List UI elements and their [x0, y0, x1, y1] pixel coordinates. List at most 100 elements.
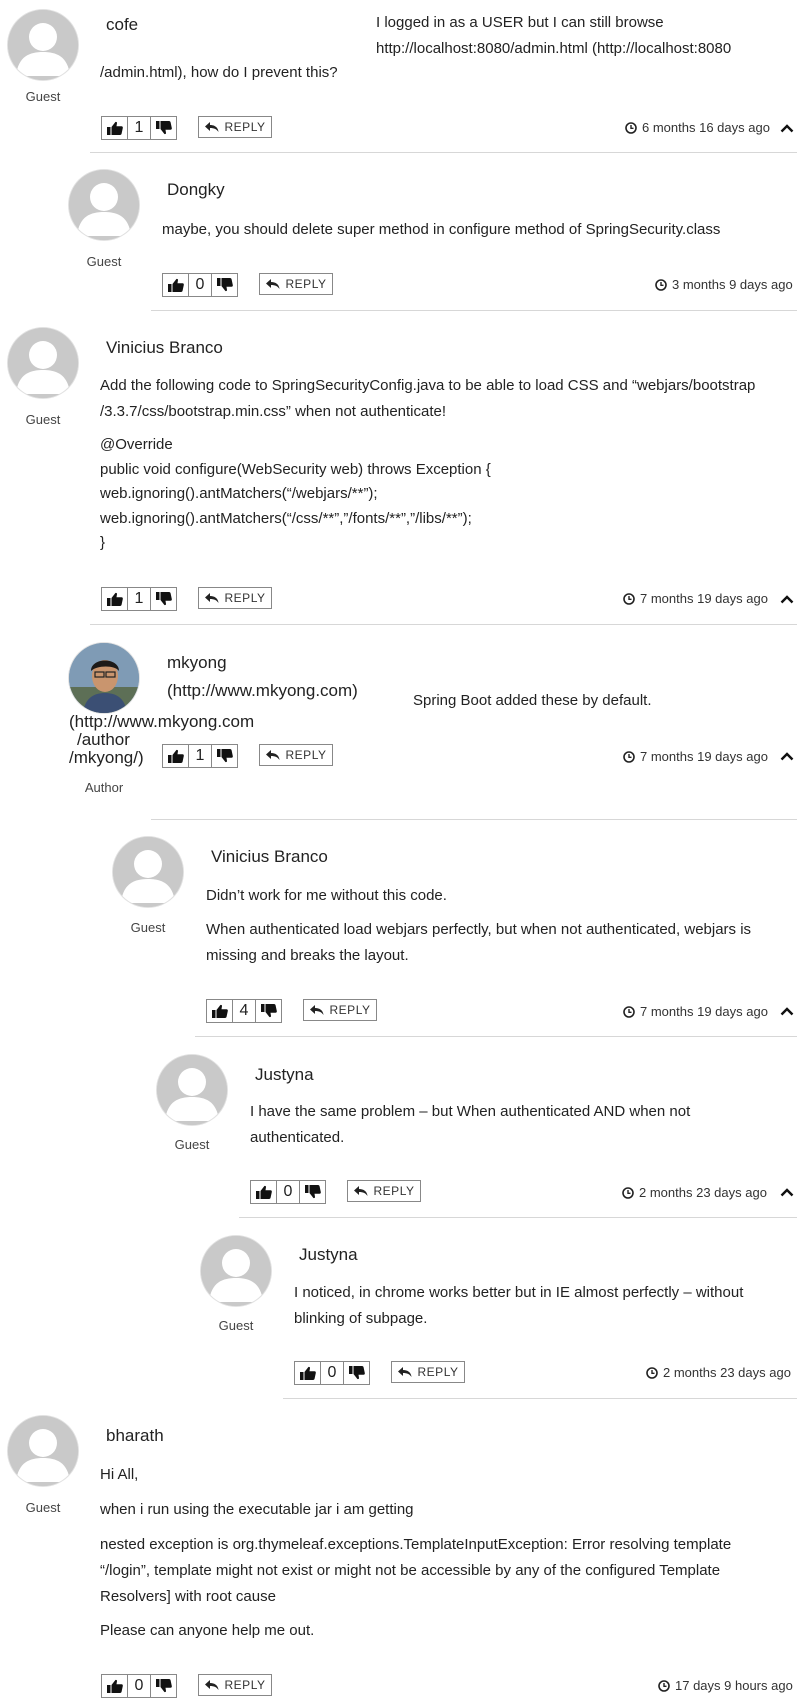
reply-button[interactable]: REPLY	[259, 273, 333, 295]
comment-time: 6 months 16 days ago	[625, 120, 770, 135]
reply-button[interactable]: REPLY	[198, 1674, 272, 1696]
avatar[interactable]	[8, 10, 78, 80]
comment-text: maybe, you should delete super method in…	[162, 221, 721, 238]
vote-box: 0	[101, 1674, 177, 1698]
chevron-up-icon[interactable]	[780, 594, 794, 604]
thumbs-down-icon[interactable]	[151, 588, 176, 610]
divider	[239, 1217, 797, 1218]
reply-arrow-icon	[310, 1005, 324, 1015]
divider	[90, 152, 797, 153]
avatar[interactable]	[201, 1236, 271, 1306]
vote-box: 1	[101, 116, 177, 140]
clock-icon	[623, 593, 635, 605]
comment-text: Spring Boot added these by default.	[413, 692, 652, 709]
chevron-up-icon[interactable]	[780, 123, 794, 133]
clock-icon	[625, 122, 637, 134]
comment-time: 3 months 9 days ago	[655, 277, 793, 292]
thumbs-down-icon[interactable]	[212, 274, 237, 296]
thumbs-up-icon[interactable]	[102, 588, 127, 610]
thumbs-down-icon[interactable]	[151, 117, 176, 139]
avatar[interactable]	[69, 170, 139, 240]
reply-button[interactable]: REPLY	[347, 1180, 421, 1202]
commenter-role: Author	[84, 780, 124, 795]
comment-time: 7 months 19 days ago	[623, 749, 768, 764]
vote-count: 4	[232, 1000, 256, 1022]
vote-box: 0	[294, 1361, 370, 1385]
commenter-name: Justyna	[255, 1065, 314, 1084]
clock-icon	[646, 1367, 658, 1379]
reply-arrow-icon	[205, 593, 219, 603]
vote-count: 0	[320, 1362, 344, 1384]
comment-time: 7 months 19 days ago	[623, 1004, 768, 1019]
thumbs-up-icon[interactable]	[102, 117, 127, 139]
thumbs-up-icon[interactable]	[163, 745, 188, 767]
commenter-role: Guest	[174, 1137, 210, 1152]
vote-count: 1	[127, 117, 151, 139]
avatar[interactable]	[157, 1055, 227, 1125]
comment-text: Hi All,	[100, 1466, 139, 1483]
clock-icon	[623, 751, 635, 763]
reply-button[interactable]: REPLY	[391, 1361, 465, 1383]
vote-count: 0	[188, 274, 212, 296]
thumbs-down-icon[interactable]	[300, 1181, 325, 1203]
comment-text-continued: When authenticated load webjars perfectl…	[206, 921, 752, 964]
thumbs-down-icon[interactable]	[344, 1362, 369, 1384]
thumbs-up-icon[interactable]	[207, 1000, 232, 1022]
author-avatar[interactable]	[69, 643, 139, 713]
chevron-up-icon[interactable]	[780, 751, 794, 761]
comment-text: I have the same problem – but When authe…	[250, 1103, 691, 1146]
divider	[151, 819, 797, 820]
reply-arrow-icon	[266, 750, 280, 760]
vote-box: 0	[162, 273, 238, 297]
vote-box: 1	[162, 744, 238, 768]
chevron-up-icon[interactable]	[780, 1006, 794, 1016]
avatar[interactable]	[8, 1416, 78, 1486]
thumbs-down-icon[interactable]	[256, 1000, 281, 1022]
reply-button[interactable]: REPLY	[198, 587, 272, 609]
avatar[interactable]	[8, 328, 78, 398]
commenter-name: Vinicius Branco	[211, 847, 328, 866]
reply-arrow-icon	[354, 1186, 368, 1196]
commenter-name: Dongky	[167, 180, 225, 199]
reply-arrow-icon	[205, 122, 219, 132]
thumbs-down-icon[interactable]	[151, 1675, 176, 1697]
comment-time: 2 months 23 days ago	[622, 1185, 767, 1200]
divider	[151, 310, 797, 311]
comment-text-3: nested exception is org.thymeleaf.except…	[100, 1536, 732, 1605]
thumbs-up-icon[interactable]	[251, 1181, 276, 1203]
author-photo	[69, 643, 139, 713]
thumbs-up-icon[interactable]	[163, 274, 188, 296]
avatar[interactable]	[113, 837, 183, 907]
author-website-link[interactable]: (http://www.mkyong.com)	[167, 681, 358, 701]
commenter-role: Guest	[25, 89, 61, 104]
reply-button[interactable]: REPLY	[259, 744, 333, 766]
commenter-role: Guest	[25, 1500, 61, 1515]
divider	[90, 624, 797, 625]
comment-text: I logged in as a USER but I can still br…	[376, 14, 732, 57]
vote-box: 0	[250, 1180, 326, 1204]
code-snippet: @Override public void configure(WebSecuri…	[100, 436, 491, 551]
reply-button[interactable]: REPLY	[198, 116, 272, 138]
vote-count: 0	[127, 1675, 151, 1697]
comment-text-2: when i run using the executable jar i am…	[100, 1501, 414, 1518]
vote-box: 1	[101, 587, 177, 611]
commenter-role: Guest	[86, 254, 122, 269]
chevron-up-icon[interactable]	[780, 1187, 794, 1197]
clock-icon	[658, 1680, 670, 1692]
commenter-name[interactable]: mkyong	[167, 653, 227, 673]
thumbs-up-icon[interactable]	[102, 1675, 127, 1697]
vote-count: 1	[127, 588, 151, 610]
divider	[283, 1398, 797, 1399]
commenter-name: Vinicius Branco	[106, 338, 223, 357]
commenter-role: Guest	[218, 1318, 254, 1333]
thumbs-down-icon[interactable]	[212, 745, 237, 767]
clock-icon	[655, 279, 667, 291]
reply-arrow-icon	[398, 1367, 412, 1377]
comment-text-4: Please can anyone help me out.	[100, 1622, 315, 1639]
reply-button[interactable]: REPLY	[303, 999, 377, 1021]
commenter-role: Guest	[130, 920, 166, 935]
vote-count: 1	[188, 745, 212, 767]
thumbs-up-icon[interactable]	[295, 1362, 320, 1384]
clock-icon	[622, 1187, 634, 1199]
comment-text: I noticed, in chrome works better but in…	[294, 1284, 744, 1327]
